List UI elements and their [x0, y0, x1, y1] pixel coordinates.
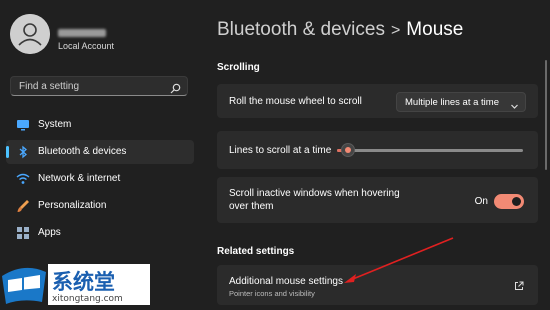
inactive-scroll-label-line2: over them	[229, 201, 274, 212]
sidebar-item-bluetooth[interactable]: Bluetooth & devices	[6, 140, 194, 164]
roll-wheel-card: Roll the mouse wheel to scroll Multiple …	[217, 84, 538, 118]
brush-icon	[16, 199, 30, 213]
watermark-url: xitongtang.com	[52, 294, 123, 304]
search-placeholder: Find a setting	[19, 81, 80, 92]
search-icon[interactable]	[170, 81, 181, 99]
external-link-icon[interactable]	[514, 278, 524, 296]
account-type: Local Account	[58, 41, 115, 51]
sidebar-item-label: Personalization	[38, 200, 107, 211]
lines-slider-thumb[interactable]	[341, 143, 356, 157]
roll-wheel-dropdown[interactable]: Multiple lines at a time	[396, 92, 526, 112]
watermark-title: 系统堂	[52, 270, 115, 294]
breadcrumb-current: Mouse	[406, 19, 464, 40]
breadcrumb-parent[interactable]: Bluetooth & devices	[217, 19, 385, 40]
page-title: Bluetooth & devices > Mouse	[217, 19, 463, 41]
sidebar-item-system[interactable]: System	[6, 113, 194, 137]
monitor-icon	[16, 118, 30, 132]
scrollbar[interactable]	[545, 60, 547, 170]
lines-slider-track[interactable]	[337, 143, 523, 157]
related-section-label: Related settings	[217, 246, 295, 257]
avatar[interactable]	[10, 14, 50, 54]
breadcrumb-separator: >	[390, 22, 401, 39]
roll-wheel-label: Roll the mouse wheel to scroll	[229, 96, 362, 107]
sidebar-item-label: Bluetooth & devices	[38, 146, 127, 157]
additional-mouse-settings-label: Additional mouse settings	[229, 276, 343, 287]
bluetooth-icon	[16, 145, 30, 159]
inactive-scroll-label-line1: Scroll inactive windows when hovering	[229, 188, 400, 199]
sidebar-item-apps[interactable]: Apps	[6, 221, 194, 245]
chevron-down-icon	[510, 98, 519, 116]
search-input[interactable]: Find a setting	[10, 76, 188, 96]
roll-wheel-value: Multiple lines at a time	[405, 97, 499, 108]
wifi-icon	[16, 172, 30, 186]
additional-mouse-settings-card[interactable]: Additional mouse settings Pointer icons …	[217, 265, 538, 305]
inactive-scroll-toggle[interactable]	[494, 194, 524, 209]
user-icon	[10, 14, 50, 54]
sidebar-item-label: System	[38, 119, 72, 130]
apps-icon	[16, 226, 30, 240]
sidebar-item-label: Network & internet	[38, 173, 121, 184]
toggle-knob	[512, 197, 521, 206]
inactive-scroll-card: Scroll inactive windows when hovering ov…	[217, 177, 538, 223]
sidebar-item-label: Apps	[38, 227, 61, 238]
sidebar-item-personalization[interactable]: Personalization	[6, 194, 194, 218]
scrolling-section-label: Scrolling	[217, 62, 260, 73]
lines-to-scroll-label: Lines to scroll at a time	[229, 145, 332, 156]
watermark-logo: 系统堂 xitongtang.com	[0, 258, 150, 305]
sidebar-item-network[interactable]: Network & internet	[6, 167, 194, 191]
user-name-blurred	[58, 29, 106, 37]
lines-to-scroll-card: Lines to scroll at a time	[217, 131, 538, 169]
additional-mouse-settings-sub: Pointer icons and visibility	[229, 289, 315, 298]
toggle-state-label: On	[474, 196, 488, 207]
active-indicator	[6, 146, 9, 158]
